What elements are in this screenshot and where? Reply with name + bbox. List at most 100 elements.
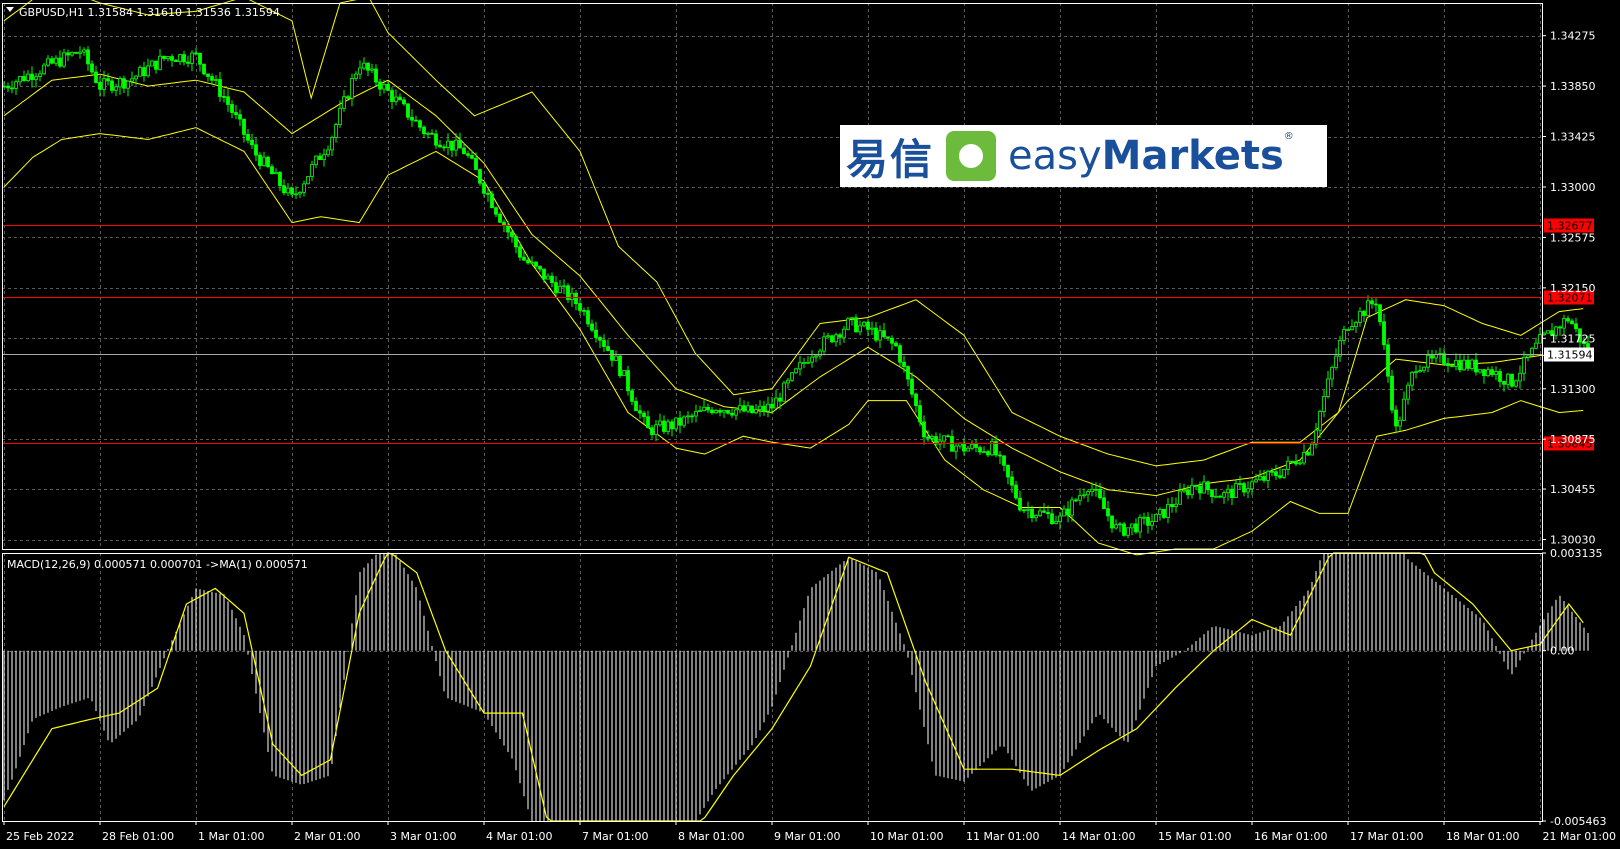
candle-body	[18, 76, 22, 83]
candle-body	[1034, 515, 1038, 519]
candle-body	[386, 84, 390, 91]
candle-body	[382, 84, 386, 90]
candle-body	[878, 330, 882, 341]
candle-body	[366, 62, 370, 71]
candle-body	[298, 191, 302, 195]
price-tick-label: 1.33425	[1550, 131, 1596, 144]
candle-body	[50, 58, 54, 64]
candle-body	[214, 79, 218, 81]
candle-body	[754, 409, 758, 414]
candle-body	[1006, 464, 1010, 478]
candle-body	[470, 154, 474, 159]
candle-body	[562, 285, 566, 288]
candle-body	[1178, 490, 1182, 505]
candle-body	[1242, 483, 1246, 493]
candle-body	[1170, 503, 1174, 508]
candle-body	[130, 78, 134, 82]
candle-body	[14, 81, 18, 89]
candle-body	[974, 443, 978, 448]
candle-body	[1050, 513, 1054, 524]
candle-body	[622, 370, 626, 376]
candle-body	[674, 417, 678, 430]
candle-body	[702, 406, 706, 411]
candle-body	[1118, 523, 1122, 526]
candle-body	[1486, 369, 1490, 377]
candle-body	[1558, 326, 1562, 329]
candle-body	[254, 144, 258, 156]
candle-body	[442, 146, 446, 149]
candle-body	[1058, 515, 1062, 522]
candle-body	[90, 63, 94, 73]
candle-body	[1502, 380, 1506, 385]
candle-body	[354, 73, 358, 79]
candle-body	[910, 378, 914, 395]
candle-body	[58, 57, 62, 67]
candle-body	[210, 76, 214, 81]
candle-body	[394, 96, 398, 102]
time-tick-label: 8 Mar 01:00	[678, 830, 744, 843]
candle-body	[138, 67, 142, 77]
candle-body	[706, 406, 710, 411]
candle-body	[110, 80, 114, 91]
candle-body	[686, 415, 690, 418]
candle-body	[606, 346, 610, 351]
candle-body	[658, 420, 662, 426]
candle-body	[282, 185, 286, 194]
candle-body	[1306, 451, 1310, 456]
candle-body	[954, 445, 958, 452]
candle-body	[614, 355, 618, 361]
candle-body	[986, 451, 990, 456]
candle-body	[834, 334, 838, 343]
price-tick-label: 1.31725	[1550, 332, 1596, 345]
time-tick-label: 10 Mar 01:00	[870, 830, 943, 843]
candle-body	[458, 139, 462, 149]
candle-body	[1218, 495, 1222, 498]
candle-body	[766, 403, 770, 412]
candle-body	[38, 73, 42, 78]
candle-body	[526, 259, 530, 264]
candle-body	[742, 405, 746, 412]
candle-body	[170, 56, 174, 61]
candle-body	[1130, 523, 1134, 529]
candle-body	[638, 410, 642, 414]
price-tick-label: 1.30030	[1550, 534, 1596, 547]
trading-chart[interactable]: 1.326771.320711.308451.31594 1.342751.33…	[0, 0, 1620, 849]
candle-body	[1082, 494, 1086, 497]
candle-body	[118, 78, 122, 88]
candle-body	[1310, 443, 1314, 456]
candle-body	[946, 435, 950, 438]
candle-body	[710, 409, 714, 414]
candle-body	[1414, 371, 1418, 374]
candle-body	[1162, 508, 1166, 518]
candle-body	[1134, 523, 1138, 533]
candle-body	[418, 120, 422, 128]
candle-body	[1190, 484, 1194, 496]
candle-body	[826, 335, 830, 338]
candle-body	[1346, 329, 1350, 331]
candle-body	[962, 442, 966, 452]
candle-body	[1370, 300, 1374, 305]
candle-body	[1462, 359, 1466, 371]
candle-body	[1246, 488, 1250, 493]
candle-body	[922, 421, 926, 438]
candle-body	[770, 403, 774, 409]
candle-body	[198, 52, 202, 65]
candle-body	[1434, 354, 1438, 359]
candle-body	[278, 172, 282, 187]
candle-body	[42, 64, 46, 75]
candle-body	[306, 176, 310, 185]
candle-body	[1454, 360, 1458, 367]
candle-body	[350, 78, 354, 99]
candle-body	[1114, 524, 1118, 529]
price-tick-label: 1.32575	[1550, 231, 1596, 244]
candle-body	[1022, 509, 1026, 512]
candle-body	[1498, 371, 1502, 382]
candle-body	[1494, 371, 1498, 375]
candle-body	[618, 355, 622, 377]
candle-body	[434, 133, 438, 146]
candle-body	[842, 328, 846, 338]
candle-body	[1142, 516, 1146, 519]
logo-chinese-text: 易信	[846, 134, 935, 184]
current-price-label: 1.31594	[1547, 349, 1593, 362]
candle-body	[54, 57, 58, 64]
